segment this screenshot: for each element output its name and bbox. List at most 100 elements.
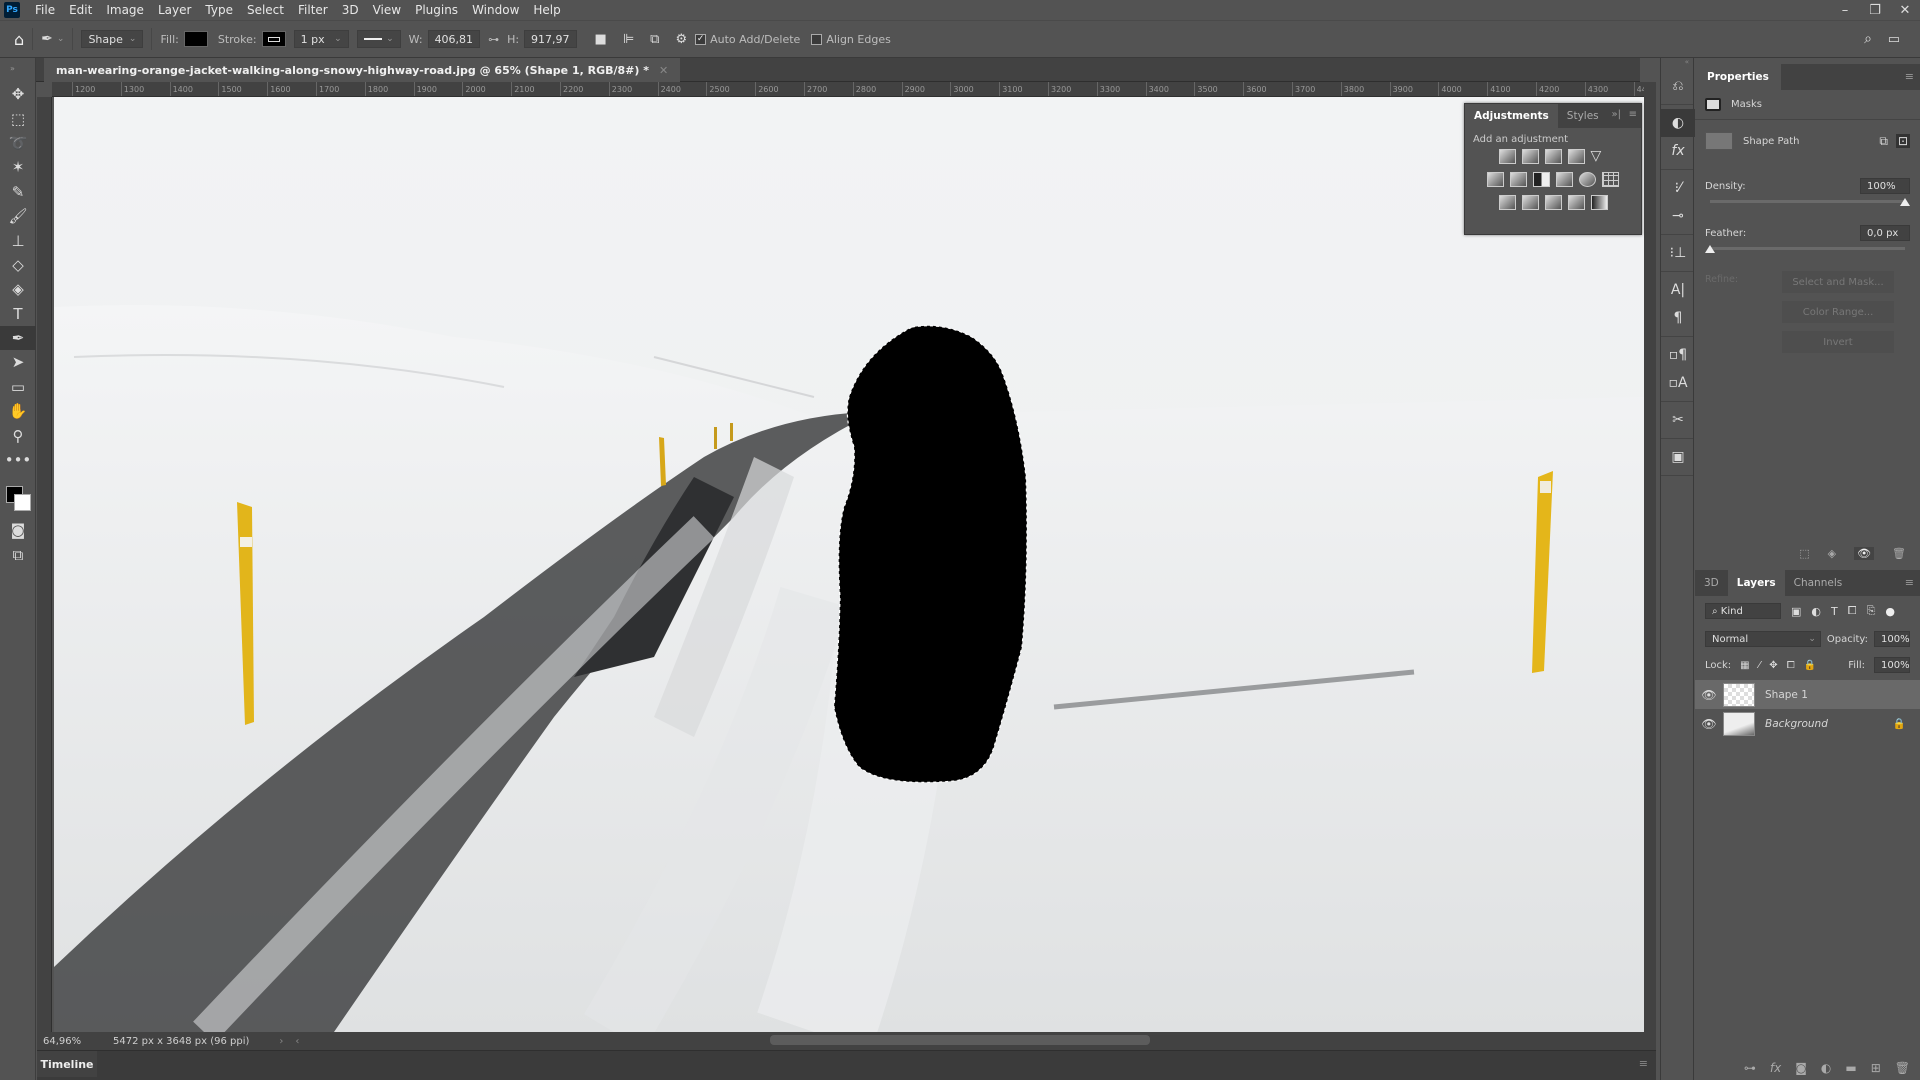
tab-properties[interactable]: Properties (1695, 64, 1781, 90)
opacity-field[interactable]: 100% (1874, 631, 1910, 647)
color-swatches[interactable] (0, 472, 35, 518)
align-edges-checkbox[interactable]: Align Edges (811, 33, 896, 46)
feather-slider-thumb[interactable] (1705, 245, 1715, 253)
layer-name[interactable]: Shape 1 (1765, 689, 1808, 701)
fill-field[interactable]: 100% (1874, 657, 1910, 673)
tab-timeline[interactable]: Timeline (37, 1051, 97, 1077)
tab-layers[interactable]: Layers (1727, 570, 1785, 596)
brightness-contrast-icon[interactable] (1498, 149, 1516, 164)
invert-icon[interactable] (1498, 195, 1516, 210)
horizontal-scrollbar[interactable] (770, 1035, 1150, 1045)
lock-transparent-icon[interactable]: ▦ (1740, 660, 1749, 671)
character-styles-icon[interactable]: ▫A (1661, 369, 1695, 397)
levels-icon[interactable] (1521, 149, 1539, 164)
menu-3d[interactable]: 3D (335, 0, 366, 20)
lasso-tool-icon[interactable]: ➰ (0, 131, 36, 155)
more-tools-icon[interactable]: ••• (0, 448, 36, 472)
paragraph-styles-icon[interactable]: ▫¶ (1661, 341, 1695, 369)
density-slider-thumb[interactable] (1900, 198, 1910, 206)
density-field[interactable]: 100% (1860, 178, 1910, 194)
filter-adjustment-icon[interactable]: ◐ (1811, 605, 1821, 618)
tab-channels[interactable]: Channels (1785, 570, 1852, 596)
clone-source-icon[interactable]: ⁝⊥ (1661, 239, 1695, 267)
channel-mixer-icon[interactable] (1579, 172, 1596, 187)
background-color[interactable] (14, 494, 31, 512)
auto-add-delete-checkbox[interactable]: ✓ Auto Add/Delete (695, 33, 805, 46)
panel-expand-icon[interactable]: »| (1612, 109, 1622, 120)
character-icon[interactable]: A| (1661, 276, 1695, 304)
eyedropper-tool-icon[interactable]: ✎ (0, 180, 36, 204)
timeline-menu-icon[interactable]: ≡ (1639, 1057, 1648, 1070)
filter-smart-object-icon[interactable]: ⎘ (1867, 604, 1876, 618)
menu-edit[interactable]: Edit (62, 0, 99, 20)
feather-slider[interactable] (1705, 245, 1905, 253)
vibrance-icon[interactable]: ▽ (1591, 149, 1608, 164)
layer-row-shape-1[interactable]: 👁 Shape 1 (1695, 680, 1920, 709)
zoom-level[interactable]: 64,96% (43, 1036, 103, 1047)
document-canvas[interactable] (54, 97, 1644, 1032)
hand-tool-icon[interactable]: ✋ (0, 399, 36, 423)
marquee-tool-icon[interactable]: ⬚ (0, 106, 36, 130)
vertical-scrollbar[interactable] (1644, 82, 1656, 1032)
clone-stamp-tool-icon[interactable]: ⊥ (0, 228, 36, 252)
collapse-toolbar-icon[interactable]: » (0, 58, 35, 82)
close-tab-icon[interactable]: ✕ (659, 64, 668, 77)
path-operations-icon[interactable]: ■ (595, 32, 607, 47)
height-field[interactable]: 917,97 (524, 30, 577, 48)
home-icon[interactable]: ⌂ (14, 30, 24, 49)
minimize-button[interactable]: – (1830, 0, 1860, 20)
link-layers-icon[interactable]: ⊶ (1744, 1061, 1756, 1075)
color-balance-icon[interactable] (1510, 172, 1527, 187)
menu-select[interactable]: Select (240, 0, 291, 20)
color-range-button[interactable]: Color Range... (1782, 301, 1894, 323)
brush-settings-icon[interactable]: ⁝⁄ (1661, 174, 1695, 202)
menu-plugins[interactable]: Plugins (408, 0, 465, 20)
menu-layer[interactable]: Layer (151, 0, 198, 20)
blend-mode-select[interactable]: Normal ⌄ (1705, 631, 1821, 647)
layer-row-background[interactable]: 👁 Background 🔒 (1695, 709, 1920, 738)
type-tool-icon[interactable]: T (0, 302, 36, 326)
adjustments-icon[interactable]: ◐ (1661, 109, 1695, 137)
menu-file[interactable]: File (28, 0, 62, 20)
link-dimensions-icon[interactable]: ⊶ (488, 33, 499, 46)
menu-filter[interactable]: Filter (291, 0, 335, 20)
black-white-icon[interactable] (1533, 172, 1550, 187)
scroll-left-icon[interactable]: ‹ (295, 1036, 299, 1047)
pen-tool-preset-icon[interactable]: ✒ (41, 31, 53, 47)
invert-button[interactable]: Invert (1782, 331, 1894, 353)
path-selection-tool-icon[interactable]: ➤ (0, 350, 36, 374)
layer-name[interactable]: Background (1765, 718, 1828, 730)
width-field[interactable]: 406,81 (427, 30, 481, 48)
delete-layer-icon[interactable]: 🗑 (1895, 1061, 1910, 1075)
status-expand-icon[interactable]: › (279, 1036, 283, 1047)
filter-toggle-icon[interactable]: ● (1885, 605, 1895, 618)
menu-window[interactable]: Window (465, 0, 526, 20)
stroke-width-field[interactable]: 1 px ⌄ (293, 30, 349, 48)
screen-mode-icon[interactable]: ⧉ (0, 543, 36, 567)
lock-position-icon[interactable]: ✥ (1769, 660, 1777, 671)
layer-visibility-eye-icon[interactable]: 👁 (1695, 688, 1723, 702)
tool-presets-icon[interactable]: ✂ (1661, 406, 1695, 434)
new-adjustment-layer-icon[interactable]: ◐ (1821, 1061, 1831, 1075)
path-alignment-icon[interactable]: ⊫ (623, 32, 634, 47)
layer-filter-kind-select[interactable]: ⌕ Kind (1705, 603, 1781, 619)
paragraph-icon[interactable]: ¶ (1661, 304, 1695, 332)
panel-menu-icon[interactable]: ≡ (1905, 70, 1914, 83)
settings-gear-icon[interactable]: ⚙ (675, 32, 687, 47)
filter-type-icon[interactable]: T (1831, 605, 1838, 618)
layer-visibility-eye-icon[interactable]: 👁 (1695, 717, 1723, 731)
add-layer-style-icon[interactable]: fx (1770, 1061, 1781, 1075)
quick-mask-icon[interactable]: ◙ (0, 518, 36, 542)
color-lookup-icon[interactable] (1602, 172, 1619, 187)
document-tab[interactable]: man-wearing-orange-jacket-walking-along-… (44, 58, 681, 82)
styles-fx-icon[interactable]: fx (1661, 137, 1695, 165)
load-selection-icon[interactable]: ⬚ (1799, 547, 1809, 560)
add-mask-icon[interactable]: ◙ (1795, 1061, 1807, 1075)
collapse-strip-icon[interactable]: « (1661, 58, 1693, 68)
menu-type[interactable]: Type (198, 0, 240, 20)
libraries-icon[interactable]: ▣ (1661, 443, 1695, 471)
brush-tool-icon[interactable]: 🖌 (0, 204, 36, 228)
feather-field[interactable]: 0,0 px (1860, 225, 1910, 241)
new-group-icon[interactable]: ▬ (1845, 1061, 1856, 1075)
lock-image-icon[interactable]: ⁄ (1759, 660, 1761, 671)
